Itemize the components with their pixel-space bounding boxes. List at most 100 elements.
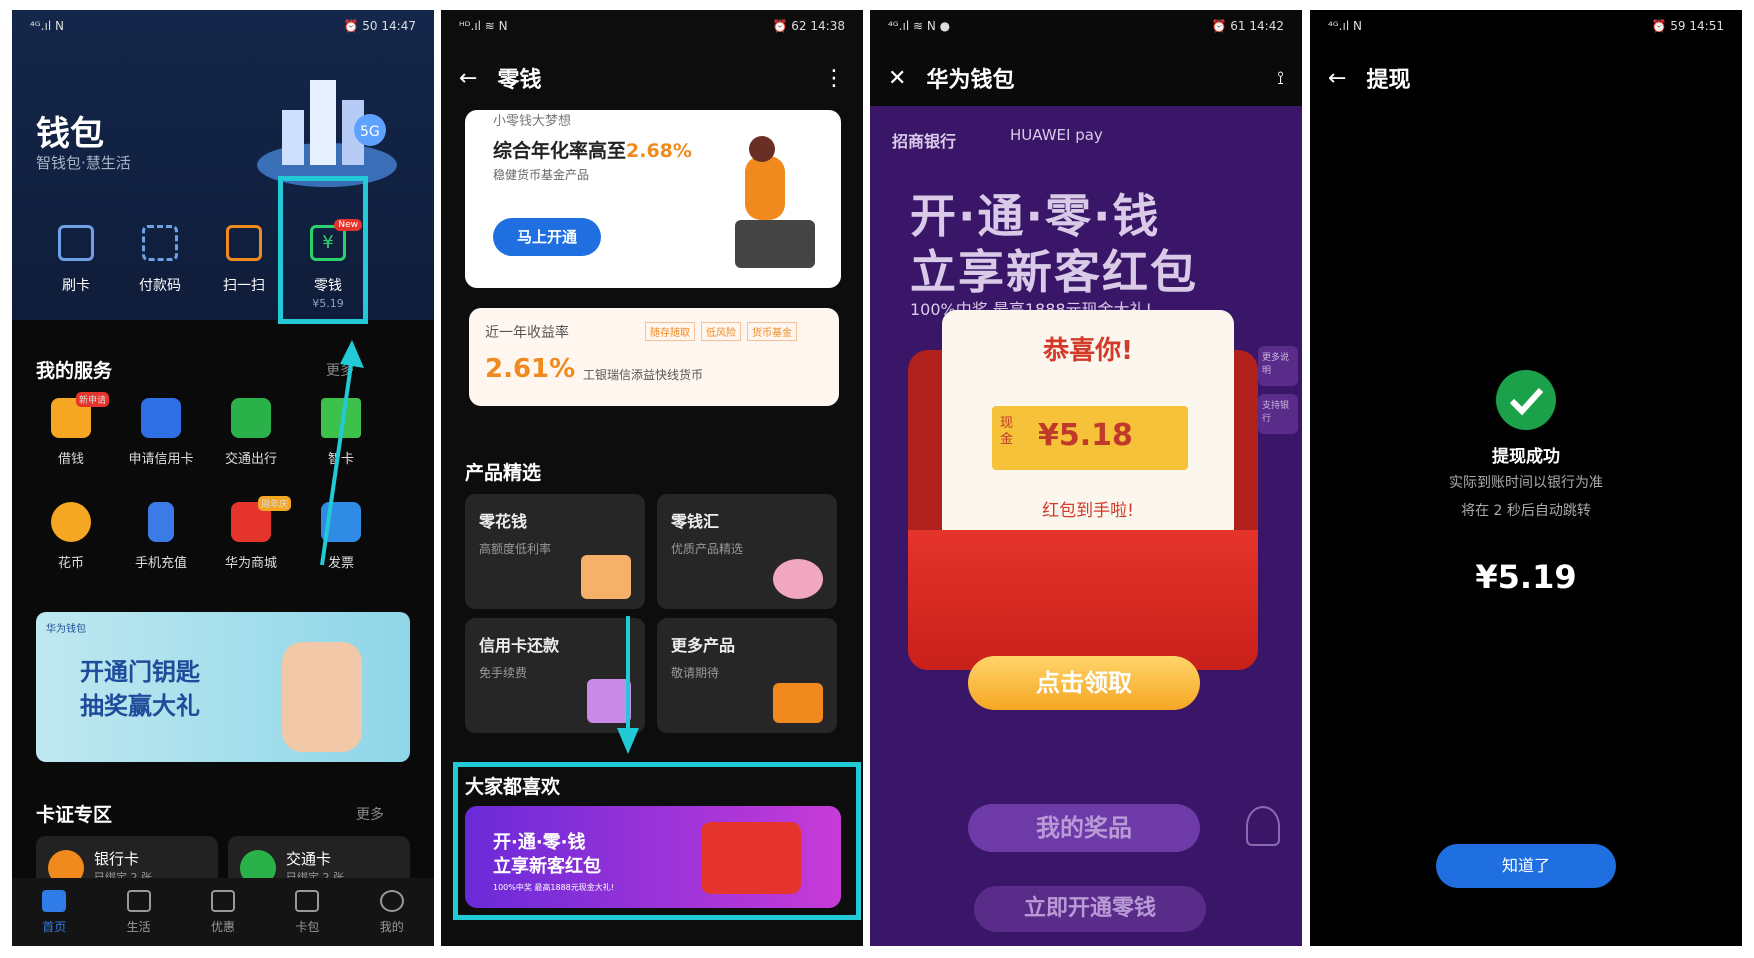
- app-bar: ✕ 华为钱包 ⟟: [870, 50, 1302, 106]
- open-change-button[interactable]: 立即开通零钱: [974, 886, 1206, 932]
- banner-line2: 抽奖赢大礼: [80, 692, 200, 720]
- service-flower-coin[interactable]: 花币: [26, 502, 116, 571]
- status-bar: ⁴ᴳ.ıl N ⏰ 50 14:47: [12, 10, 434, 42]
- change-screen: ᴴᴰ.ıl ≋ N ⏰ 62 14:38 ← 零钱 ⋮ 小零钱大梦想 综合年化率…: [441, 10, 863, 946]
- service-label: 手机充值: [134, 556, 187, 571]
- withdraw-amount: ¥5.19: [1475, 558, 1577, 596]
- battery-level: 61: [1230, 19, 1246, 33]
- success-check-icon: [1496, 370, 1556, 430]
- tab-label: 卡包: [295, 919, 320, 934]
- red-packet-screen: ⁴ᴳ.ıl ≋ N ● ⏰ 61 14:42 ✕ 华为钱包 ⟟ 招商银行 HUA…: [870, 10, 1302, 946]
- service-credit-card[interactable]: 申请信用卡: [116, 398, 206, 467]
- card-icon: [295, 889, 320, 912]
- tab-label: 优惠: [210, 919, 235, 934]
- popular-banner-small: 100%中奖 最高1888元现金大礼!: [493, 883, 614, 892]
- my-prizes-button[interactable]: 我的奖品: [968, 804, 1200, 852]
- service-label: 申请信用卡: [128, 452, 194, 467]
- coupon-amount: ¥5.18: [1038, 418, 1133, 453]
- gift-icon: [210, 889, 235, 912]
- popular-banner[interactable]: 开·通·零·钱 立享新客红包 100%中奖 最高1888元现金大礼!: [465, 806, 841, 908]
- cup-icon: [126, 889, 151, 912]
- yield-card[interactable]: 近一年收益率 随存随取 低风险 货币基金 2.61% 工银瑞信添益快线货币: [469, 308, 839, 406]
- cards-title: 卡证专区: [36, 804, 113, 826]
- transit-icon: [231, 398, 271, 438]
- page-title: 零钱: [497, 68, 542, 93]
- flower-coin-icon: [51, 502, 91, 542]
- piggy-bank-icon: [773, 559, 823, 599]
- quick-label: 付款码: [139, 278, 181, 294]
- status-time: 14:51: [1689, 19, 1724, 33]
- headline-2: 立享新客红包: [910, 245, 1198, 299]
- tab-me[interactable]: 我的: [379, 889, 404, 935]
- alarm-icon: ⏰: [1211, 19, 1227, 33]
- signal-icon: ᴴᴰ.ıl ≋ N: [459, 19, 508, 33]
- popular-banner-line1: 开·通·零·钱: [493, 832, 586, 853]
- share-icon[interactable]: ⟟: [1277, 68, 1284, 89]
- service-badge: 周年庆: [258, 496, 292, 511]
- wallet-home-screen: ⁴ᴳ.ıl N ⏰ 50 14:47 钱包 智钱包·慧生活 5G 刷卡 付款码 …: [12, 10, 434, 946]
- service-label: 交通出行: [224, 452, 277, 467]
- battery-level: 62: [791, 19, 807, 33]
- promo-card: 小零钱大梦想 综合年化率高至2.68% 稳健货币基金产品 马上开通: [465, 110, 841, 288]
- scan-icon: [226, 225, 262, 261]
- service-loan[interactable]: 借钱 新申请: [26, 392, 116, 467]
- person-on-card-illustration-icon: [705, 136, 815, 270]
- yield-tag: 低风险: [701, 322, 741, 341]
- back-arrow-icon[interactable]: ←: [1328, 66, 1346, 91]
- red-packet-icon: [701, 822, 801, 894]
- side-supported-banks[interactable]: 支持银行: [1258, 394, 1298, 434]
- product-name: 零钱汇: [671, 512, 720, 531]
- quick-swipe-card-button[interactable]: 刷卡: [36, 225, 116, 295]
- yield-label: 近一年收益率: [485, 325, 569, 341]
- tab-life[interactable]: 生活: [126, 889, 151, 935]
- quick-pay-code-button[interactable]: 付款码: [120, 225, 200, 295]
- alarm-icon: ⏰: [772, 19, 788, 33]
- person-icon: [379, 889, 404, 912]
- more-vertical-icon[interactable]: ⋮: [823, 66, 845, 91]
- app-bar: ← 零钱 ⋮: [441, 50, 863, 106]
- page-title: 提现: [1366, 68, 1411, 93]
- close-icon[interactable]: ✕: [888, 66, 906, 91]
- product-pocket-money[interactable]: 零花钱 高额度低利率: [465, 494, 645, 609]
- got-it-button[interactable]: 知道了: [1436, 844, 1616, 888]
- side-more-info[interactable]: 更多说明: [1258, 346, 1298, 386]
- cards-more-link[interactable]: 更多: [356, 804, 384, 824]
- customer-service-icon[interactable]: [1246, 806, 1280, 846]
- tab-home[interactable]: 首页: [42, 889, 67, 935]
- quick-scan-button[interactable]: 扫一扫: [204, 225, 284, 295]
- gift-box-icon: [773, 683, 823, 723]
- arrived-text: 红包到手啦!: [1042, 501, 1134, 521]
- product-desc: 优质产品精选: [671, 542, 744, 556]
- claim-button[interactable]: 点击领取: [968, 656, 1200, 710]
- coupon-type: 现金: [1000, 416, 1014, 447]
- product-change-exchange[interactable]: 零钱汇 优质产品精选: [657, 494, 837, 609]
- status-bar: ᴴᴰ.ıl ≋ N ⏰ 62 14:38: [441, 10, 863, 42]
- promo-banner[interactable]: 华为钱包 开通门钥匙 抽奖赢大礼: [36, 612, 410, 762]
- arrow-up-icon: [320, 340, 364, 566]
- bank-logo: 招商银行: [892, 132, 957, 151]
- bottom-tab-bar: 首页 生活 优惠 卡包 我的: [12, 878, 434, 946]
- back-arrow-icon[interactable]: ←: [459, 66, 477, 91]
- status-time: 14:38: [810, 19, 845, 33]
- card-label: 银行卡: [94, 850, 140, 868]
- card-label: 交通卡: [286, 850, 332, 868]
- product-more[interactable]: 更多产品 敬请期待: [657, 618, 837, 733]
- service-label: 借钱: [57, 452, 84, 467]
- service-mall[interactable]: 华为商城 周年庆: [206, 496, 296, 571]
- yield-tags: 随存随取 低风险 货币基金: [645, 322, 797, 341]
- page-subtitle: 智钱包·慧生活: [36, 154, 131, 172]
- home-icon: [42, 889, 67, 912]
- yield-value: 2.61%: [485, 354, 576, 384]
- congrats-card: 恭喜你! 现金 ¥5.18 红包到手啦!: [942, 310, 1234, 550]
- service-phone-topup[interactable]: 手机充值: [116, 502, 206, 571]
- tab-label: 生活: [126, 919, 151, 934]
- tab-card-pack[interactable]: 卡包: [295, 889, 320, 935]
- city-illustration-icon: 5G: [257, 80, 397, 187]
- tab-offers[interactable]: 优惠: [210, 889, 235, 935]
- services-title: 我的服务: [36, 360, 113, 382]
- alarm-icon: ⏰: [343, 19, 359, 33]
- service-transit[interactable]: 交通出行: [206, 398, 296, 467]
- open-now-button[interactable]: 马上开通: [493, 218, 601, 256]
- app-bar: ← 提现: [1310, 50, 1742, 106]
- banner-line1: 开通门钥匙: [80, 658, 200, 686]
